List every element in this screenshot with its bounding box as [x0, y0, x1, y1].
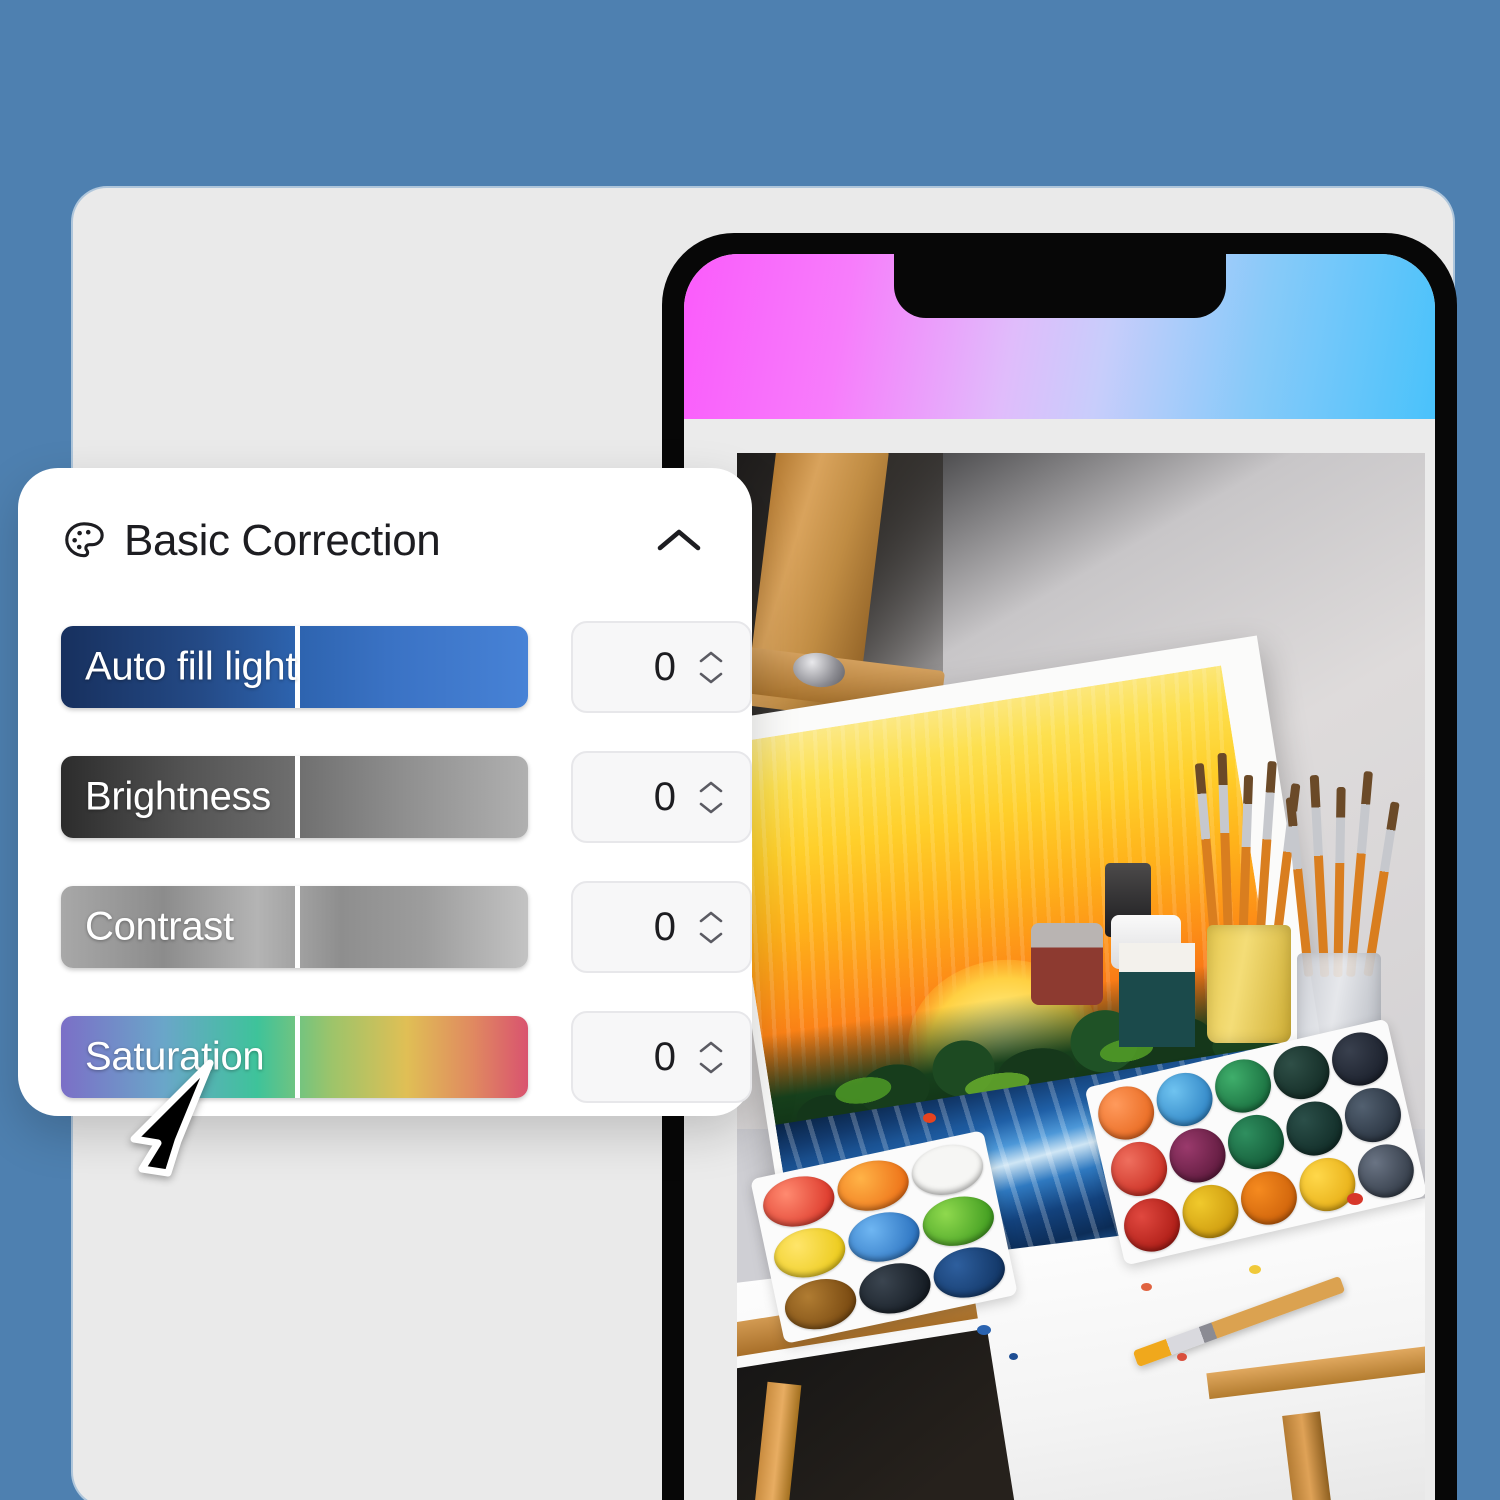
panel-title: Basic Correction	[124, 516, 441, 565]
slider-thumb[interactable]	[295, 1016, 300, 1098]
slider-row-brightness: Brightness 0	[61, 748, 752, 846]
stepper-value: 0	[653, 774, 676, 819]
photo-preview-image	[737, 453, 1425, 1500]
chevron-up-small-icon[interactable]	[698, 779, 724, 794]
auto-fill-light-stepper[interactable]: 0	[570, 621, 752, 713]
auto-fill-light-slider[interactable]: Auto fill light	[61, 626, 528, 708]
stepper-arrows[interactable]	[698, 649, 724, 686]
contrast-slider[interactable]: Contrast	[61, 886, 528, 968]
chevron-up-small-icon[interactable]	[698, 909, 724, 924]
slider-row-contrast: Contrast 0	[61, 878, 752, 976]
stepper-arrows[interactable]	[698, 1039, 724, 1076]
chevron-down-small-icon[interactable]	[698, 801, 724, 816]
mouse-pointer-icon	[128, 1055, 236, 1177]
slider-thumb[interactable]	[295, 886, 300, 968]
collapse-panel-button[interactable]	[650, 512, 708, 570]
brightness-slider[interactable]: Brightness	[61, 756, 528, 838]
chevron-down-small-icon[interactable]	[698, 931, 724, 946]
slider-thumb[interactable]	[295, 626, 300, 708]
stepper-value: 0	[653, 644, 676, 689]
chevron-up-small-icon[interactable]	[698, 1039, 724, 1054]
stepper-value: 0	[653, 904, 676, 949]
phone-notch	[893, 254, 1226, 318]
palette-icon	[62, 519, 106, 563]
chevron-up-small-icon[interactable]	[698, 649, 724, 664]
slider-row-auto-fill-light: Auto fill light 0	[61, 618, 752, 716]
slider-thumb[interactable]	[295, 756, 300, 838]
phone-mockup	[662, 233, 1457, 1500]
chevron-down-small-icon[interactable]	[698, 671, 724, 686]
brightness-stepper[interactable]: 0	[570, 751, 752, 843]
chevron-down-small-icon[interactable]	[698, 1061, 724, 1076]
phone-screen	[684, 254, 1435, 1500]
saturation-stepper[interactable]: 0	[570, 1011, 752, 1103]
stepper-arrows[interactable]	[698, 909, 724, 946]
stepper-value: 0	[653, 1034, 676, 1079]
contrast-stepper[interactable]: 0	[570, 881, 752, 973]
panel-header: Basic Correction	[62, 508, 708, 574]
chevron-up-icon	[654, 525, 704, 558]
basic-correction-panel: Basic Correction Auto fill light 0 Brigh…	[18, 468, 752, 1116]
stepper-arrows[interactable]	[698, 779, 724, 816]
